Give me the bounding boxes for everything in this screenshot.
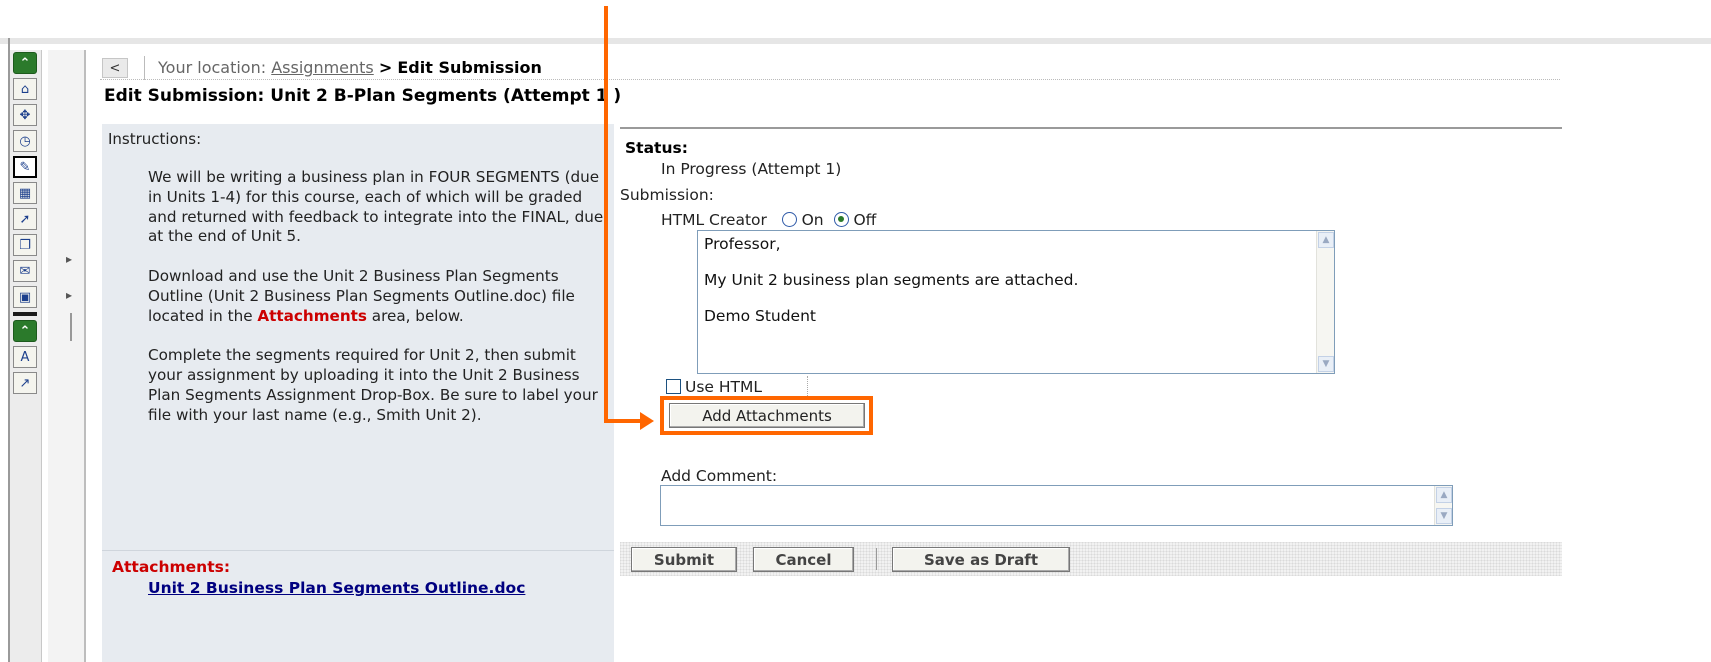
grid-icon[interactable]: ▦ <box>13 182 37 204</box>
submission-label: Submission: <box>620 186 714 204</box>
attachments-divider <box>102 550 614 551</box>
edit-assignment-icon[interactable]: ✎ <box>13 156 37 178</box>
splitter-grip[interactable] <box>70 313 72 341</box>
panel-splitter[interactable]: ▸ ▸ <box>48 50 84 662</box>
cancel-button[interactable]: Cancel <box>753 547 854 572</box>
collapse-up-icon[interactable]: ⌃ <box>13 320 37 342</box>
breadcrumb: Your location: Assignments > Edit Submis… <box>158 58 542 77</box>
annotation-arrow-shaft <box>604 419 644 423</box>
course-toolbar: ⌃ ⌂ ✥ ◷ ✎ ▦ ➚ ❐ ✉ ▣ ⌃ A ↗ <box>10 50 42 662</box>
letter-a-icon[interactable]: A <box>13 346 37 368</box>
html-creator-off-label: Off <box>853 211 877 229</box>
use-html-checkbox[interactable] <box>666 379 681 394</box>
back-button[interactable]: < <box>102 58 128 78</box>
row-divider <box>807 376 808 396</box>
comment-textarea[interactable]: ▲ ▼ <box>660 485 1453 526</box>
collapse-up-icon[interactable]: ⌃ <box>13 52 37 74</box>
scroll-down-icon[interactable]: ▼ <box>1318 356 1334 372</box>
documents-icon[interactable]: ❐ <box>13 234 37 256</box>
pin-icon[interactable]: ➚ <box>13 208 37 230</box>
instructions-text: area, below. <box>366 306 464 325</box>
expand-right-icon[interactable]: ▸ <box>66 288 72 302</box>
html-creator-label: HTML Creator <box>661 211 767 229</box>
instructions-heading: Instructions: <box>108 130 202 148</box>
satellite-icon[interactable]: ✥ <box>13 104 37 126</box>
frame-top-strip <box>0 38 1711 44</box>
location-divider <box>144 56 145 80</box>
location-bar: < Your location: Assignments > Edit Subm… <box>100 56 1560 80</box>
chart-icon[interactable]: ↗ <box>13 372 37 394</box>
section-rule <box>620 127 1562 129</box>
textarea-scrollbar[interactable]: ▲ ▼ <box>1316 231 1334 373</box>
breadcrumb-separator: > <box>378 58 393 77</box>
calendar-clock-icon[interactable]: ◷ <box>13 130 37 152</box>
use-html-row: Use HTML <box>666 378 762 396</box>
save-draft-button[interactable]: Save as Draft <box>892 547 1070 572</box>
instructions-paragraph: We will be writing a business plan in FO… <box>148 168 604 246</box>
add-mail-icon[interactable]: ✉ <box>13 260 37 282</box>
scroll-up-icon[interactable]: ▲ <box>1436 487 1452 503</box>
attachment-link[interactable]: Unit 2 Business Plan Segments Outline.do… <box>148 578 568 598</box>
content-edge <box>84 50 86 662</box>
annotation-arrow-head-icon <box>640 412 654 430</box>
add-attachments-button[interactable]: Add Attachments <box>669 403 865 428</box>
breadcrumb-current: Edit Submission <box>397 58 542 77</box>
add-comment-label: Add Comment: <box>661 467 778 485</box>
breadcrumb-link-assignments[interactable]: Assignments <box>271 58 374 77</box>
html-creator-on-label: On <box>801 211 824 229</box>
html-creator-row: HTML Creator On Off <box>661 211 876 229</box>
instructions-paragraph: Complete the segments required for Unit … <box>148 346 598 424</box>
annotation-arrow-shaft <box>604 6 608 423</box>
html-creator-off-radio[interactable] <box>833 212 849 227</box>
scroll-up-icon[interactable]: ▲ <box>1318 232 1334 248</box>
submission-textarea[interactable]: Professor, My Unit 2 business plan segme… <box>697 230 1335 374</box>
attachments-highlight: Attachments <box>257 306 367 325</box>
toolbar-separator <box>13 312 37 316</box>
attachments-label: Attachments: <box>112 558 231 576</box>
breadcrumb-prefix: Your location: <box>158 58 267 77</box>
instructions-panel: Instructions: We will be writing a busin… <box>102 124 614 662</box>
instructions-body: We will be writing a business plan in FO… <box>148 168 608 445</box>
instructions-paragraph: Download and use the Unit 2 Business Pla… <box>148 267 608 326</box>
comment-scrollbar[interactable]: ▲ ▼ <box>1434 486 1452 525</box>
scroll-down-icon[interactable]: ▼ <box>1436 508 1452 524</box>
page-title: Edit Submission: Unit 2 B-Plan Segments … <box>104 86 622 106</box>
submission-text[interactable]: Professor, My Unit 2 business plan segme… <box>704 235 1304 325</box>
html-creator-on-radio[interactable] <box>781 212 797 227</box>
submit-button[interactable]: Submit <box>631 547 737 572</box>
use-html-label: Use HTML <box>685 378 763 396</box>
action-divider <box>876 548 877 570</box>
gradebook-icon[interactable]: ▣ <box>13 286 37 308</box>
status-label: Status: <box>625 139 688 157</box>
home-icon[interactable]: ⌂ <box>13 78 37 100</box>
status-value: In Progress (Attempt 1) <box>661 160 842 178</box>
expand-right-icon[interactable]: ▸ <box>66 252 72 266</box>
